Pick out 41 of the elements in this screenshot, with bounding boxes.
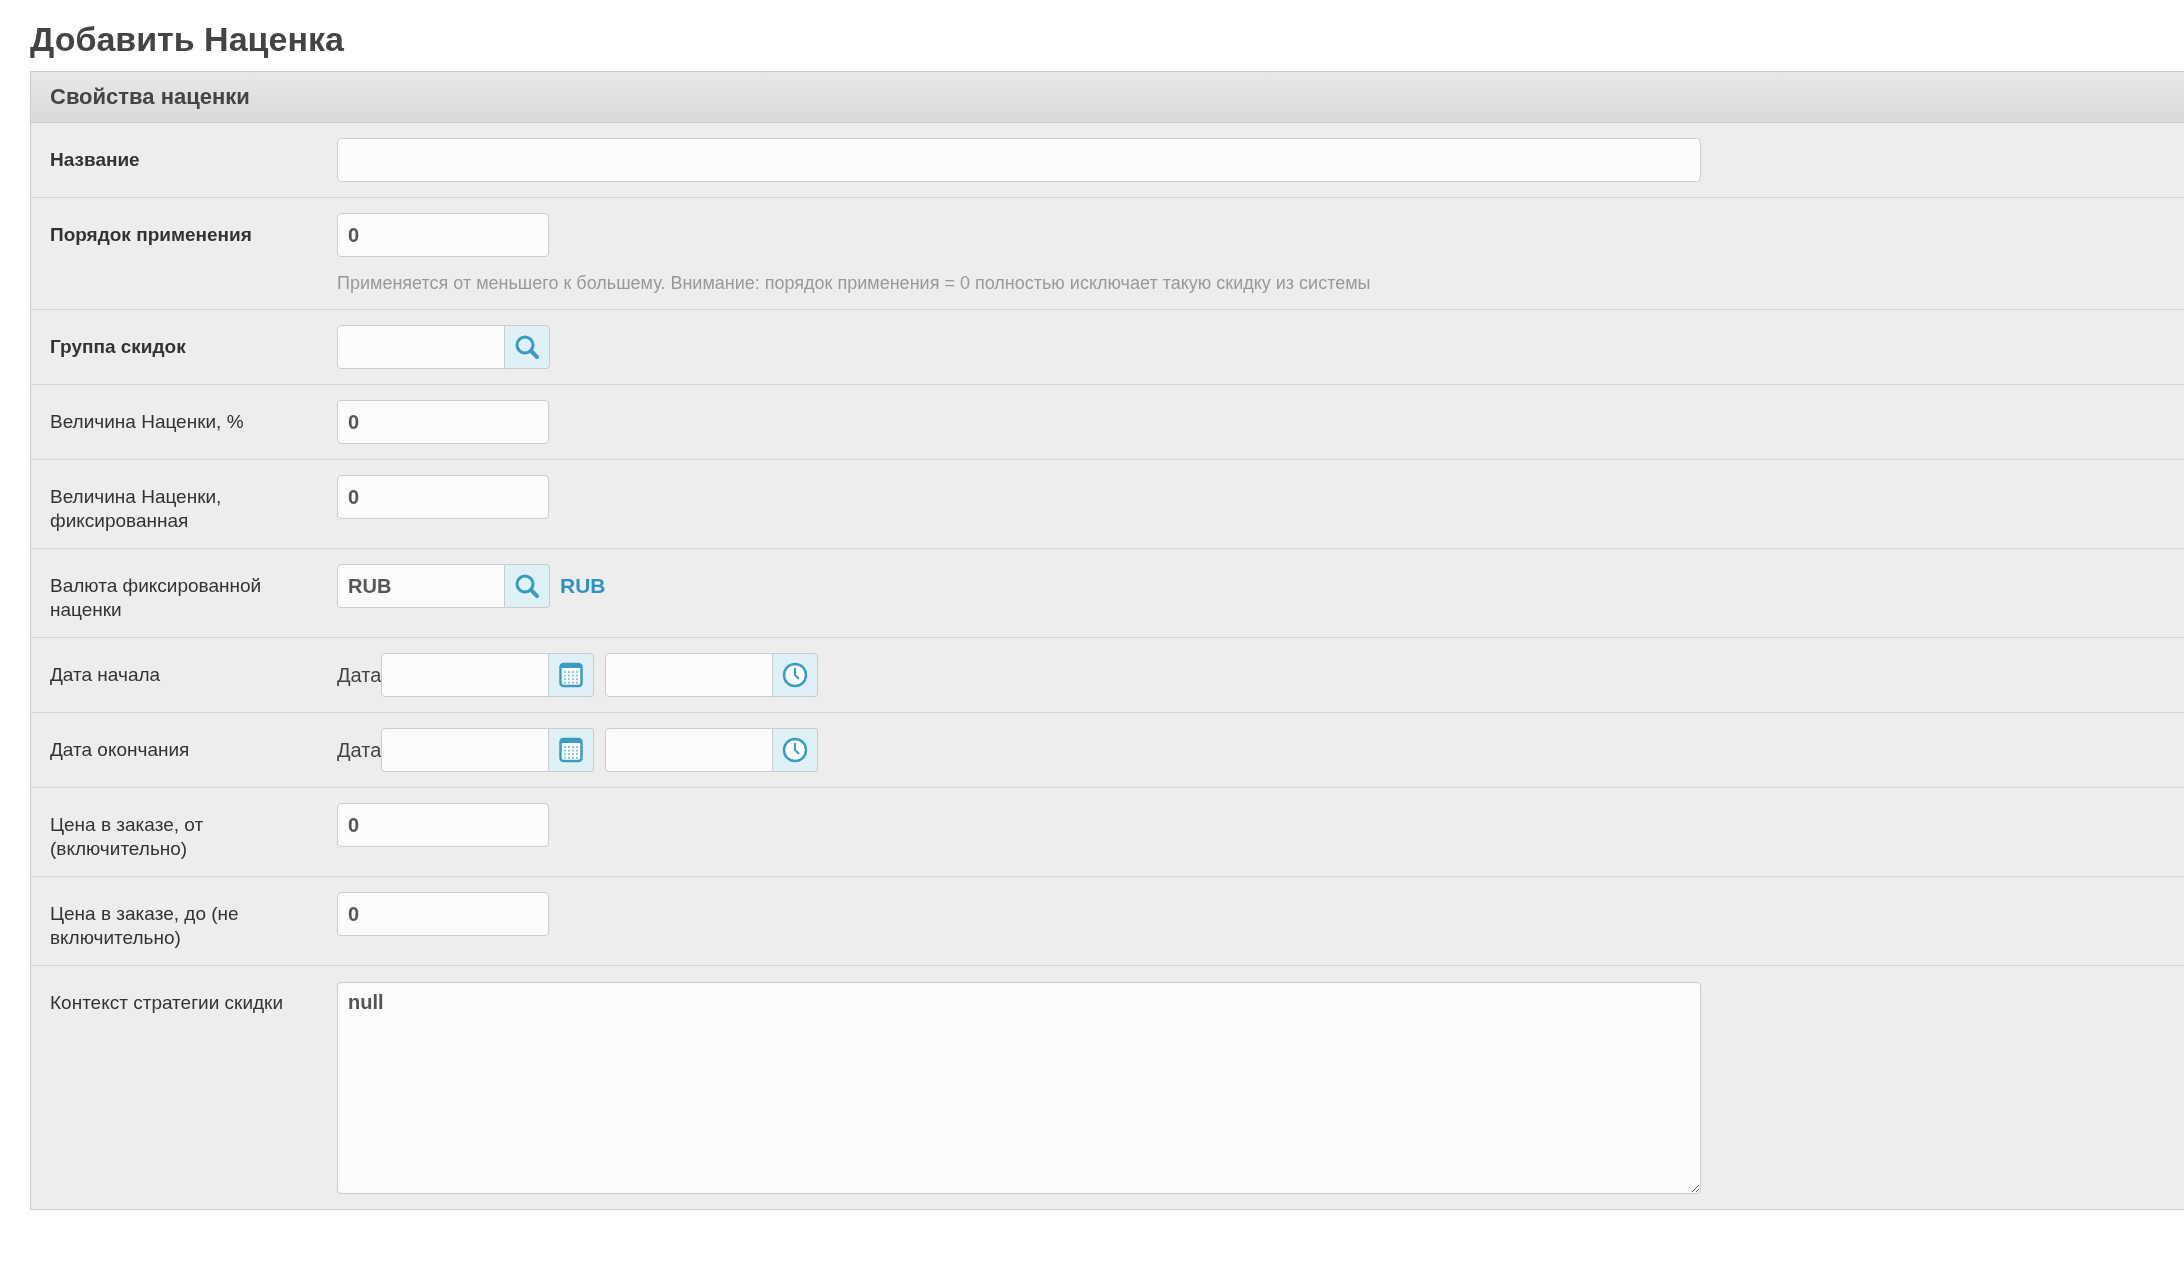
clock-icon (782, 662, 809, 688)
calendar-button[interactable] (549, 653, 595, 697)
clock-button[interactable] (773, 728, 819, 772)
field-label: Величина Наценки, % (50, 410, 245, 434)
time-field[interactable] (605, 728, 774, 772)
text-field[interactable] (337, 138, 1701, 182)
field-label: Название (50, 148, 141, 172)
date-field[interactable] (381, 728, 550, 772)
calendar-icon (559, 662, 584, 688)
date-field[interactable] (381, 653, 550, 697)
calendar-button[interactable] (549, 728, 595, 772)
text-area[interactable]: null (337, 982, 1701, 1194)
field-label: Порядок применения (50, 223, 253, 247)
field-label: Валюта фиксированной наценки (50, 574, 263, 622)
field-label: Цена в заказе, от (включительно) (50, 813, 205, 861)
field-label: Контекст стратегии скидки (50, 991, 285, 1015)
search-button[interactable] (505, 325, 550, 369)
field-label: Цена в заказе, до (не включительно) (50, 902, 240, 950)
clock-icon (782, 737, 809, 763)
lookup-field[interactable] (337, 325, 505, 369)
search-icon (514, 573, 540, 599)
clock-button[interactable] (773, 653, 819, 697)
text-field[interactable]: 0 (337, 400, 549, 444)
field-label: Группа скидок (50, 335, 187, 359)
text-field[interactable]: 0 (337, 803, 549, 847)
search-icon (514, 334, 540, 360)
text-field[interactable]: 0 (337, 475, 549, 519)
calendar-icon (559, 737, 584, 763)
text-field[interactable]: 0 (337, 892, 549, 936)
field-label: Дата начала (50, 663, 162, 687)
date-label: Дата (337, 738, 382, 762)
panel-header: Свойства наценки (31, 72, 2184, 123)
field-label: Величина Наценки, фиксированная (50, 485, 223, 533)
date-label: Дата (337, 663, 382, 687)
text-field[interactable]: 0 (337, 213, 549, 257)
hint-text: Применяется от меньшего к большему. Внимание: порядок применения = 0 полностью исключает такую скидку из системы (337, 273, 1372, 294)
search-button[interactable] (505, 564, 550, 608)
lookup-field[interactable]: RUB (337, 564, 505, 608)
field-label: Дата окончания (50, 738, 191, 762)
time-field[interactable] (605, 653, 774, 697)
page-title: Добавить Наценка (29, 19, 345, 60)
